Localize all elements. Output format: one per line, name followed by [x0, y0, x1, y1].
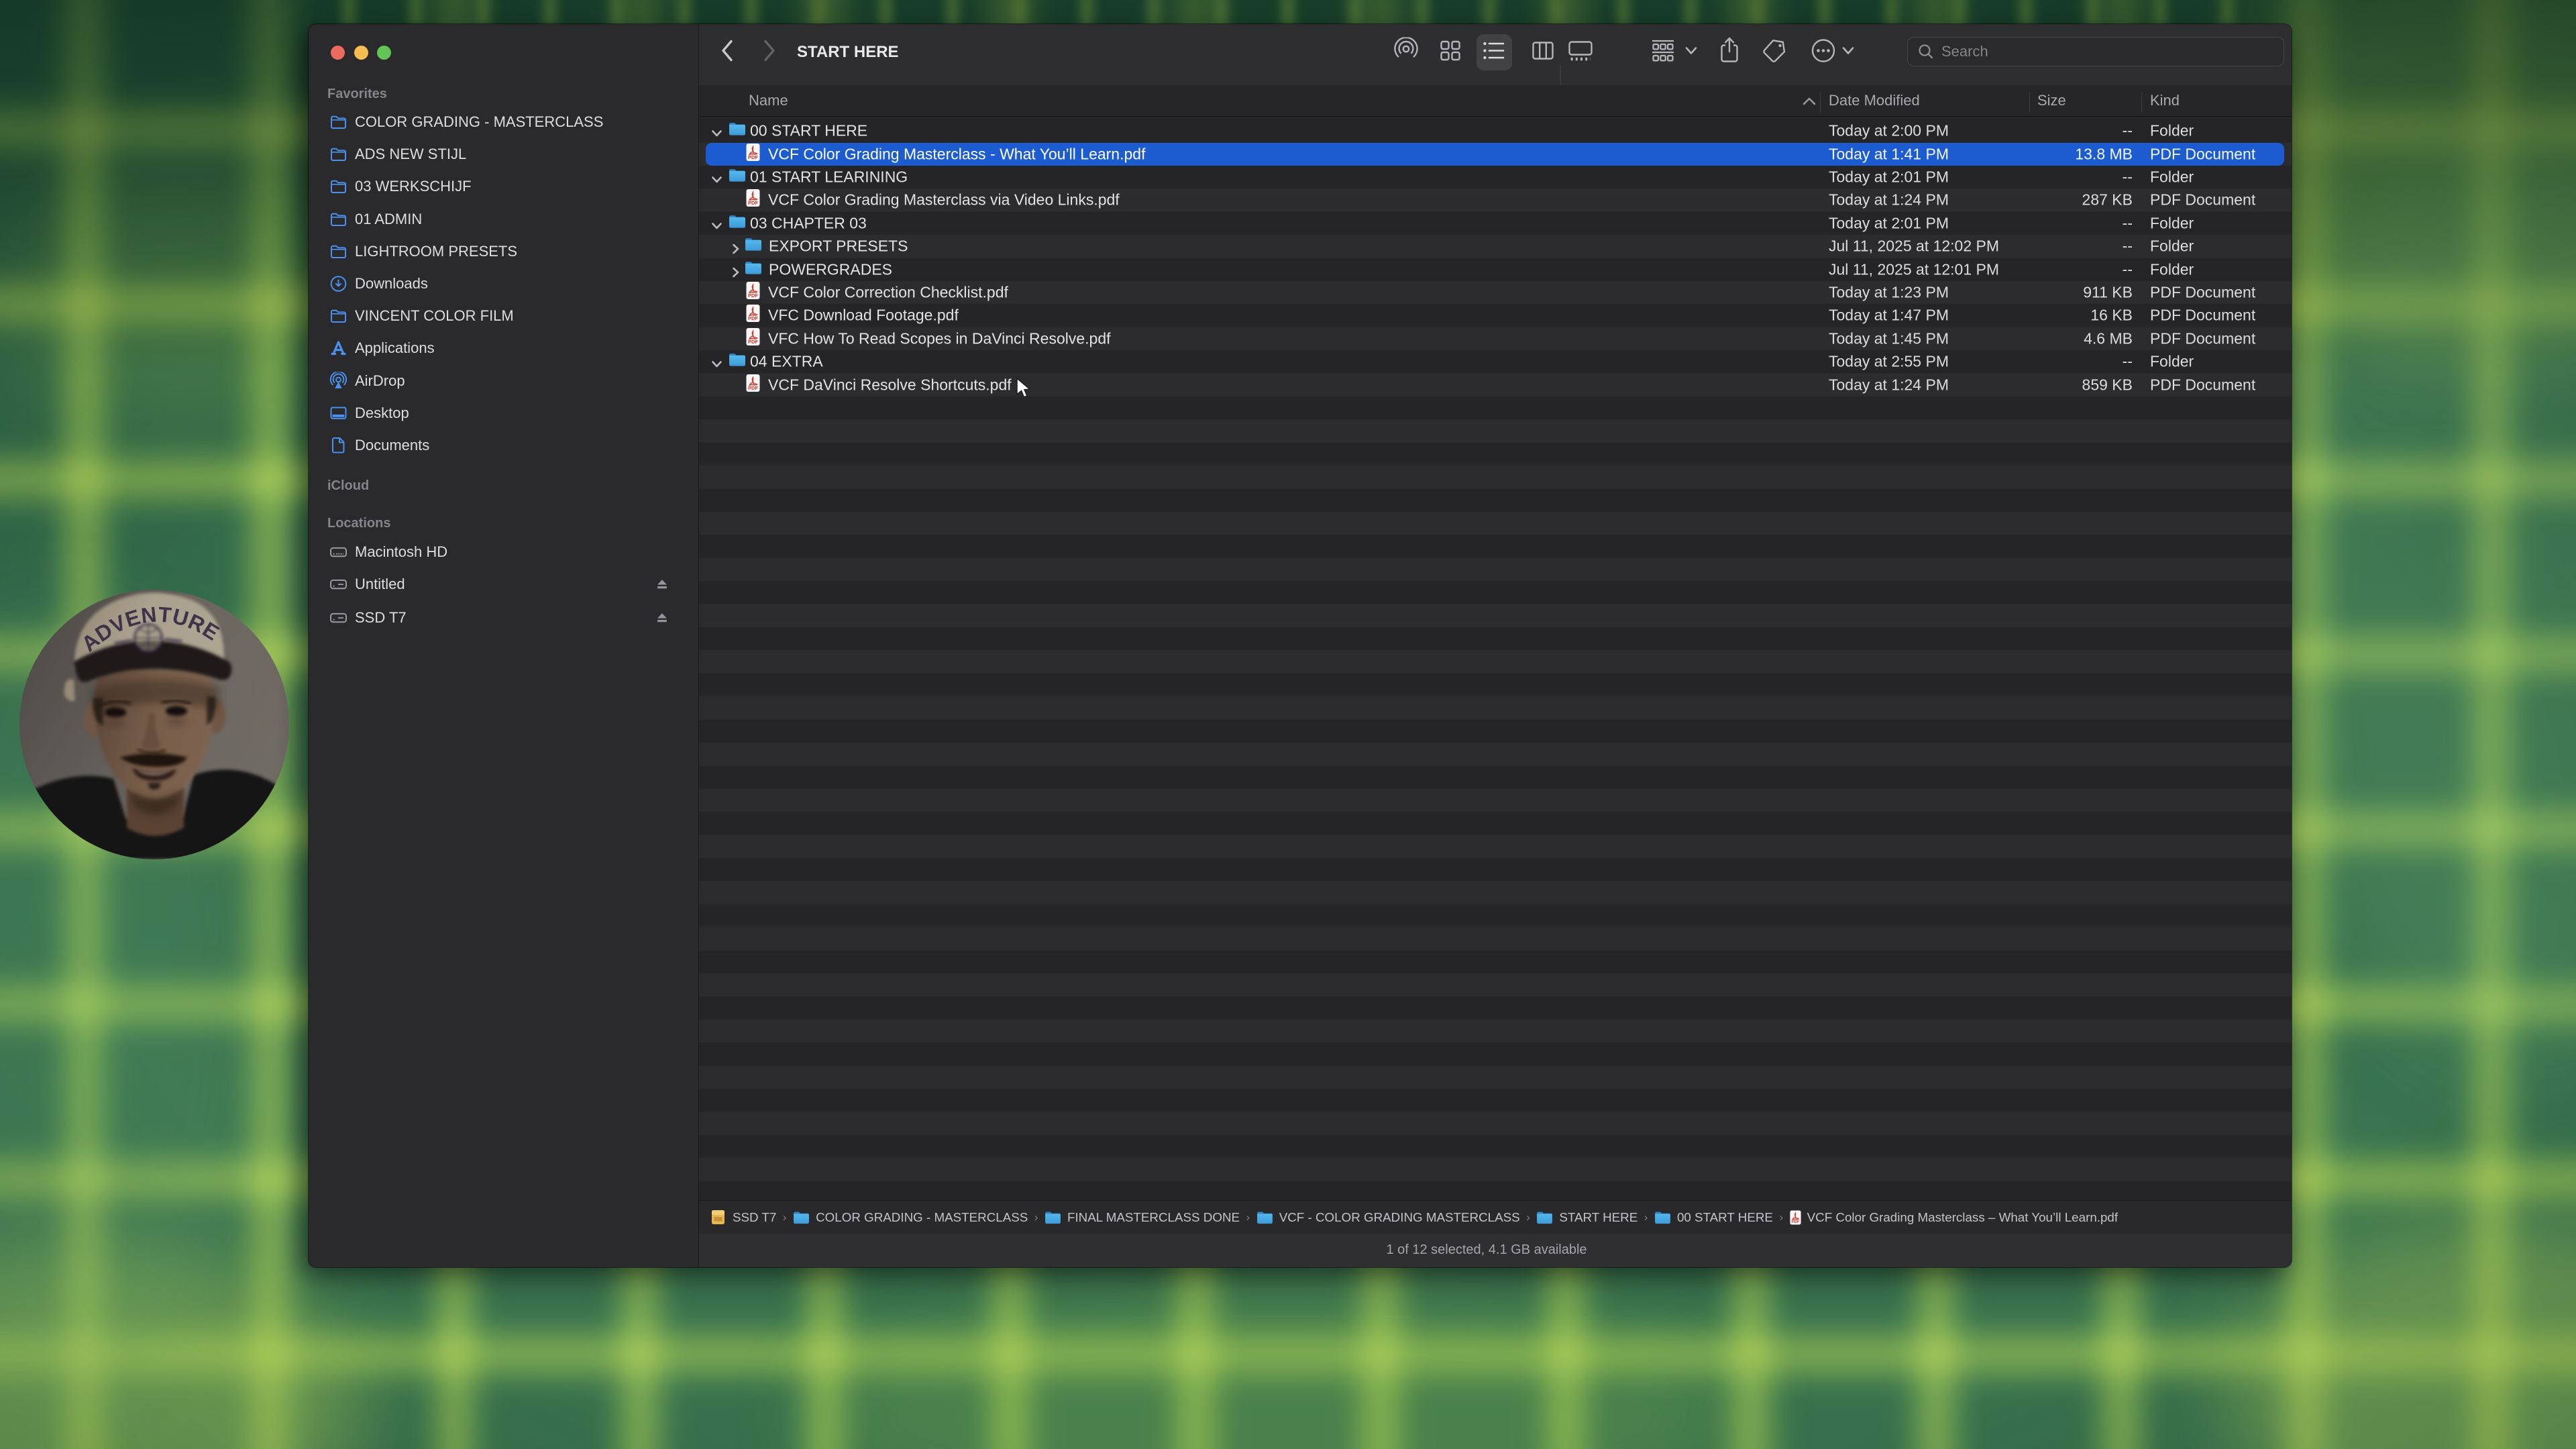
- svg-text:PDF: PDF: [748, 315, 758, 321]
- svg-text:PDF: PDF: [748, 200, 758, 206]
- svg-text:PDF: PDF: [748, 384, 758, 390]
- svg-text:PDF: PDF: [748, 292, 758, 299]
- svg-text:PDF: PDF: [748, 154, 758, 160]
- svg-text:PDF: PDF: [748, 339, 758, 345]
- svg-text:PDF: PDF: [1791, 1220, 1799, 1224]
